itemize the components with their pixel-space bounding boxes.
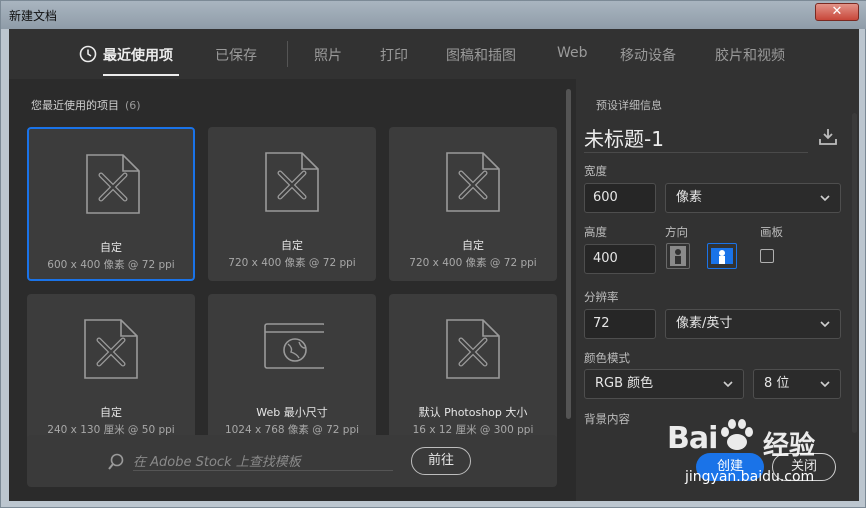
- preset-details-title: 预设详细信息: [596, 99, 662, 112]
- stock-search-input[interactable]: 在 Adobe Stock 上查找模板: [133, 451, 393, 471]
- chevron-down-icon: [723, 381, 733, 388]
- stock-search-bar: 在 Adobe Stock 上查找模板 前往: [27, 435, 557, 487]
- tab-saved[interactable]: 已保存: [215, 45, 257, 65]
- recent-item-name: 自定: [100, 241, 122, 254]
- baidu-paw-icon: [721, 419, 753, 450]
- preset-category-tabs: 最近使用项 已保存 照片 打印 图稿和插图 Web 移动设备 胶片和视频: [9, 29, 859, 79]
- artboard-label: 画板: [760, 225, 783, 239]
- document-ruler-icon: [446, 319, 500, 379]
- portrait-person-icon: [670, 246, 686, 266]
- bit-depth-value: 8 位: [764, 376, 790, 391]
- tab-print[interactable]: 打印: [380, 45, 408, 65]
- window-close-button[interactable]: ✕: [815, 3, 859, 21]
- recent-item-card[interactable]: 自定 600 x 400 像素 @ 72 ppi: [27, 127, 195, 281]
- width-unit-value: 像素: [676, 190, 703, 205]
- document-ruler-icon: [265, 152, 319, 212]
- recent-item-card[interactable]: 自定 720 x 400 像素 @ 72 ppi: [389, 127, 557, 281]
- tab-web[interactable]: Web: [557, 45, 588, 61]
- chevron-down-icon: [820, 321, 830, 328]
- recent-item-size: 720 x 400 像素 @ 72 ppi: [409, 257, 537, 269]
- watermark-url: jingyan.baidu.com: [685, 469, 815, 485]
- tab-mobile[interactable]: 移动设备: [620, 45, 676, 65]
- recent-item-card[interactable]: 自定 240 x 130 厘米 @ 50 ppi: [27, 294, 195, 448]
- color-mode-label: 颜色模式: [584, 351, 630, 365]
- chevron-down-icon: [820, 381, 830, 388]
- tab-recent[interactable]: 最近使用项: [103, 45, 173, 65]
- recent-item-name: Web 最小尺寸: [256, 406, 328, 419]
- resolution-unit-value: 像素/英寸: [676, 316, 733, 331]
- watermark-brand-right: 经验: [763, 431, 816, 461]
- width-input[interactable]: 600: [584, 183, 656, 213]
- recent-scrollbar[interactable]: [566, 79, 571, 501]
- save-preset-icon[interactable]: [818, 127, 838, 147]
- window-title: 新建文档: [9, 9, 58, 23]
- portrait-orientation-button[interactable]: [666, 243, 690, 269]
- recent-section-title: 您最近使用的项目 (6): [31, 97, 141, 113]
- tab-divider: [287, 41, 288, 67]
- background-contents-label: 背景内容: [584, 412, 630, 426]
- resolution-input[interactable]: 72: [584, 309, 656, 339]
- height-label: 高度: [584, 225, 607, 239]
- height-input[interactable]: 400: [584, 244, 656, 274]
- landscape-person-icon: [711, 248, 733, 264]
- recent-item-size: 720 x 400 像素 @ 72 ppi: [228, 257, 356, 269]
- document-ruler-icon: [446, 152, 500, 212]
- recent-item-card[interactable]: 自定 720 x 400 像素 @ 72 ppi: [208, 127, 376, 281]
- recent-item-name: 默认 Photoshop 大小: [418, 406, 528, 419]
- baidu-watermark: Bai 经验 jingyan.baidu.com: [665, 415, 865, 505]
- go-button[interactable]: 前往: [411, 447, 471, 475]
- recent-item-card[interactable]: 默认 Photoshop 大小 16 x 12 厘米 @ 300 ppi: [389, 294, 557, 448]
- recent-item-name: 自定: [281, 239, 303, 252]
- clock-icon: [79, 45, 97, 63]
- resolution-label: 分辨率: [584, 290, 619, 304]
- title-bar: 新建文档 ✕: [1, 1, 866, 29]
- artboard-checkbox[interactable]: [760, 249, 774, 263]
- landscape-orientation-button[interactable]: [707, 243, 737, 269]
- watermark-brand-left: Bai: [667, 421, 718, 456]
- width-unit-select[interactable]: 像素: [665, 183, 841, 213]
- color-mode-value: RGB 颜色: [595, 376, 654, 391]
- chevron-down-icon: [820, 195, 830, 202]
- recent-item-name: 自定: [100, 406, 122, 419]
- document-name-field[interactable]: 未标题-1: [584, 123, 808, 153]
- recent-item-size: 600 x 400 像素 @ 72 ppi: [47, 259, 175, 271]
- search-icon: [108, 453, 124, 470]
- recent-item-card[interactable]: Web 最小尺寸 1024 x 768 像素 @ 72 ppi: [208, 294, 376, 448]
- recent-scrollbar-thumb[interactable]: [566, 89, 571, 419]
- document-ruler-icon: [86, 154, 140, 214]
- active-tab-underline: [103, 74, 179, 76]
- resolution-unit-select[interactable]: 像素/英寸: [665, 309, 841, 339]
- recent-item-name: 自定: [462, 239, 484, 252]
- web-globe-icon: [264, 323, 324, 369]
- new-document-window: 新建文档 ✕ 最近使用项 已保存 照片 打印 图稿和插图 Web 移动设备 胶片…: [0, 0, 866, 508]
- details-scrollbar[interactable]: [852, 113, 857, 433]
- width-label: 宽度: [584, 164, 607, 178]
- tab-photo[interactable]: 照片: [314, 45, 342, 65]
- tab-art-illustration[interactable]: 图稿和插图: [446, 45, 516, 65]
- recent-items-panel: 您最近使用的项目 (6) 自定 600 x 400 像素 @ 72 ppi 自定…: [9, 79, 576, 501]
- recent-count: (6): [125, 99, 141, 112]
- tab-film-video[interactable]: 胶片和视频: [715, 45, 785, 65]
- color-mode-select[interactable]: RGB 颜色: [584, 369, 744, 399]
- document-ruler-icon: [84, 319, 138, 379]
- bit-depth-select[interactable]: 8 位: [753, 369, 841, 399]
- recent-title: 您最近使用的项目: [31, 99, 119, 112]
- orientation-label: 方向: [665, 225, 688, 239]
